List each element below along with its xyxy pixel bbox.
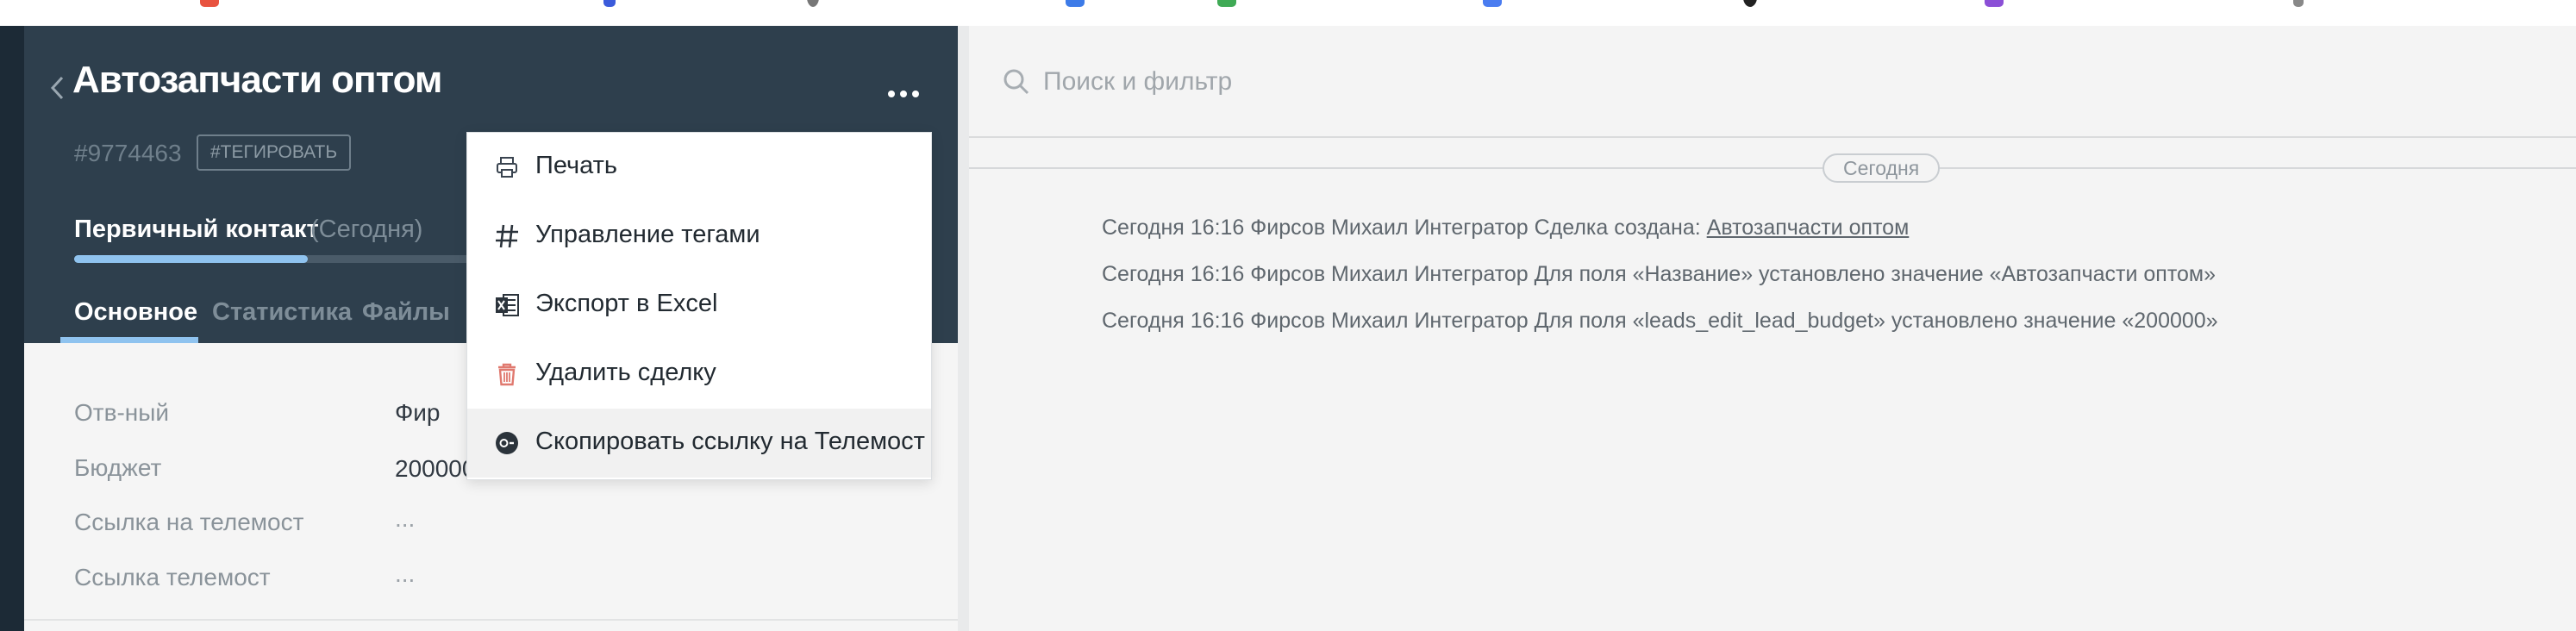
field-label-telemost-link: Ссылка на телемост (74, 509, 304, 535)
stage-progress-fill (74, 255, 309, 263)
menu-item-label: Экспорт в Excel (535, 290, 718, 317)
menu-item-manage-tags[interactable]: Управление тегами (467, 202, 931, 271)
search-input[interactable] (1041, 59, 2338, 105)
menu-item-label: Удалить сделку (535, 359, 716, 386)
menu-item-print[interactable]: Печать (467, 133, 931, 202)
hash-icon (493, 222, 521, 250)
stage-date: (Сегодня) (310, 216, 423, 243)
feed-event-text: Сегодня 16:16 Фирсов Михаил Интегратор Д… (1102, 309, 2218, 333)
printer-icon (493, 153, 521, 181)
menu-item-copy-telemost-link[interactable]: Скопировать ссылку на Телемост (467, 409, 931, 478)
bookmark-favicon[interactable] (200, 0, 219, 7)
menu-item-delete-lead[interactable]: Удалить сделку (467, 340, 931, 409)
bookmark-favicon[interactable] (1985, 0, 2004, 7)
feed-event-text: Сегодня 16:16 Фирсов Михаил Интегратор С… (1102, 216, 1707, 240)
telemost-icon (493, 429, 521, 457)
feed-event-text: Сегодня 16:16 Фирсов Михаил Интегратор Д… (1102, 262, 2216, 286)
tab-statistics[interactable]: Статистика (212, 298, 352, 327)
more-options-menu: Печать Управление тегами Экспорт в Excel (466, 132, 932, 480)
excel-icon (493, 291, 521, 319)
trash-icon (493, 360, 521, 388)
menu-item-label: Печать (535, 152, 618, 179)
lead-card: Автозапчасти оптом #9774463 #ТЕГИРОВАТЬ … (24, 26, 958, 631)
more-options-button[interactable] (878, 79, 929, 109)
feed-event: Сегодня 16:16 Фирсов Михаил Интегратор Д… (1102, 262, 2216, 287)
bookmark-favicon[interactable] (1066, 0, 1085, 7)
dot (900, 91, 907, 97)
stage-progress-bar (74, 255, 471, 263)
pipeline-stage[interactable]: Первичный контакт (74, 216, 319, 244)
tab-files[interactable]: Файлы (362, 298, 450, 327)
search-icon (1002, 67, 1031, 97)
activity-feed: Сегодня Сегодня 16:16 Фирсов Михаил Инте… (969, 26, 2576, 631)
lead-link[interactable]: Автозапчасти оптом (1707, 216, 1910, 240)
search-bar (969, 26, 2576, 138)
lead-title[interactable]: Автозапчасти оптом (72, 59, 442, 102)
bookmark-favicon[interactable] (2293, 0, 2304, 7)
feed-event: Сегодня 16:16 Фирсов Михаил Интегратор С… (1102, 216, 1909, 241)
lead-id: #9774463 (74, 140, 182, 166)
dot (912, 91, 919, 97)
active-tab-indicator (60, 337, 198, 343)
bookmark-favicon[interactable] (1743, 0, 1757, 7)
chevron-left-icon[interactable] (41, 71, 76, 105)
tab-main[interactable]: Основное (74, 298, 197, 327)
add-tag-button[interactable]: #ТЕГИРОВАТЬ (197, 134, 352, 171)
bookmark-favicon[interactable] (603, 0, 616, 7)
menu-item-label: Скопировать ссылку на Телемост (535, 428, 925, 455)
field-value-telemost-link[interactable]: ... (395, 505, 415, 533)
field-label-telemost: Ссылка телемост (74, 564, 271, 590)
field-value-responsible[interactable]: Фир (395, 399, 441, 427)
bookmark-favicon[interactable] (1483, 0, 1502, 7)
sidebar-edge (0, 26, 24, 631)
bookmark-favicon[interactable] (1217, 0, 1236, 7)
day-separator-label: Сегодня (1823, 153, 1941, 183)
dot (888, 91, 895, 97)
field-label-responsible: Отв-ный (74, 399, 170, 426)
menu-item-label: Управление тегами (535, 221, 760, 248)
field-label-budget: Бюджет (74, 454, 162, 481)
divider (24, 619, 958, 621)
browser-bookmarks-bar (0, 0, 2576, 26)
feed-event: Сегодня 16:16 Фирсов Михаил Интегратор Д… (1102, 309, 2218, 334)
day-separator-line (969, 167, 2576, 169)
bookmark-favicon[interactable] (807, 0, 819, 7)
menu-item-export-excel[interactable]: Экспорт в Excel (467, 271, 931, 340)
field-value-telemost[interactable]: ... (395, 560, 415, 588)
